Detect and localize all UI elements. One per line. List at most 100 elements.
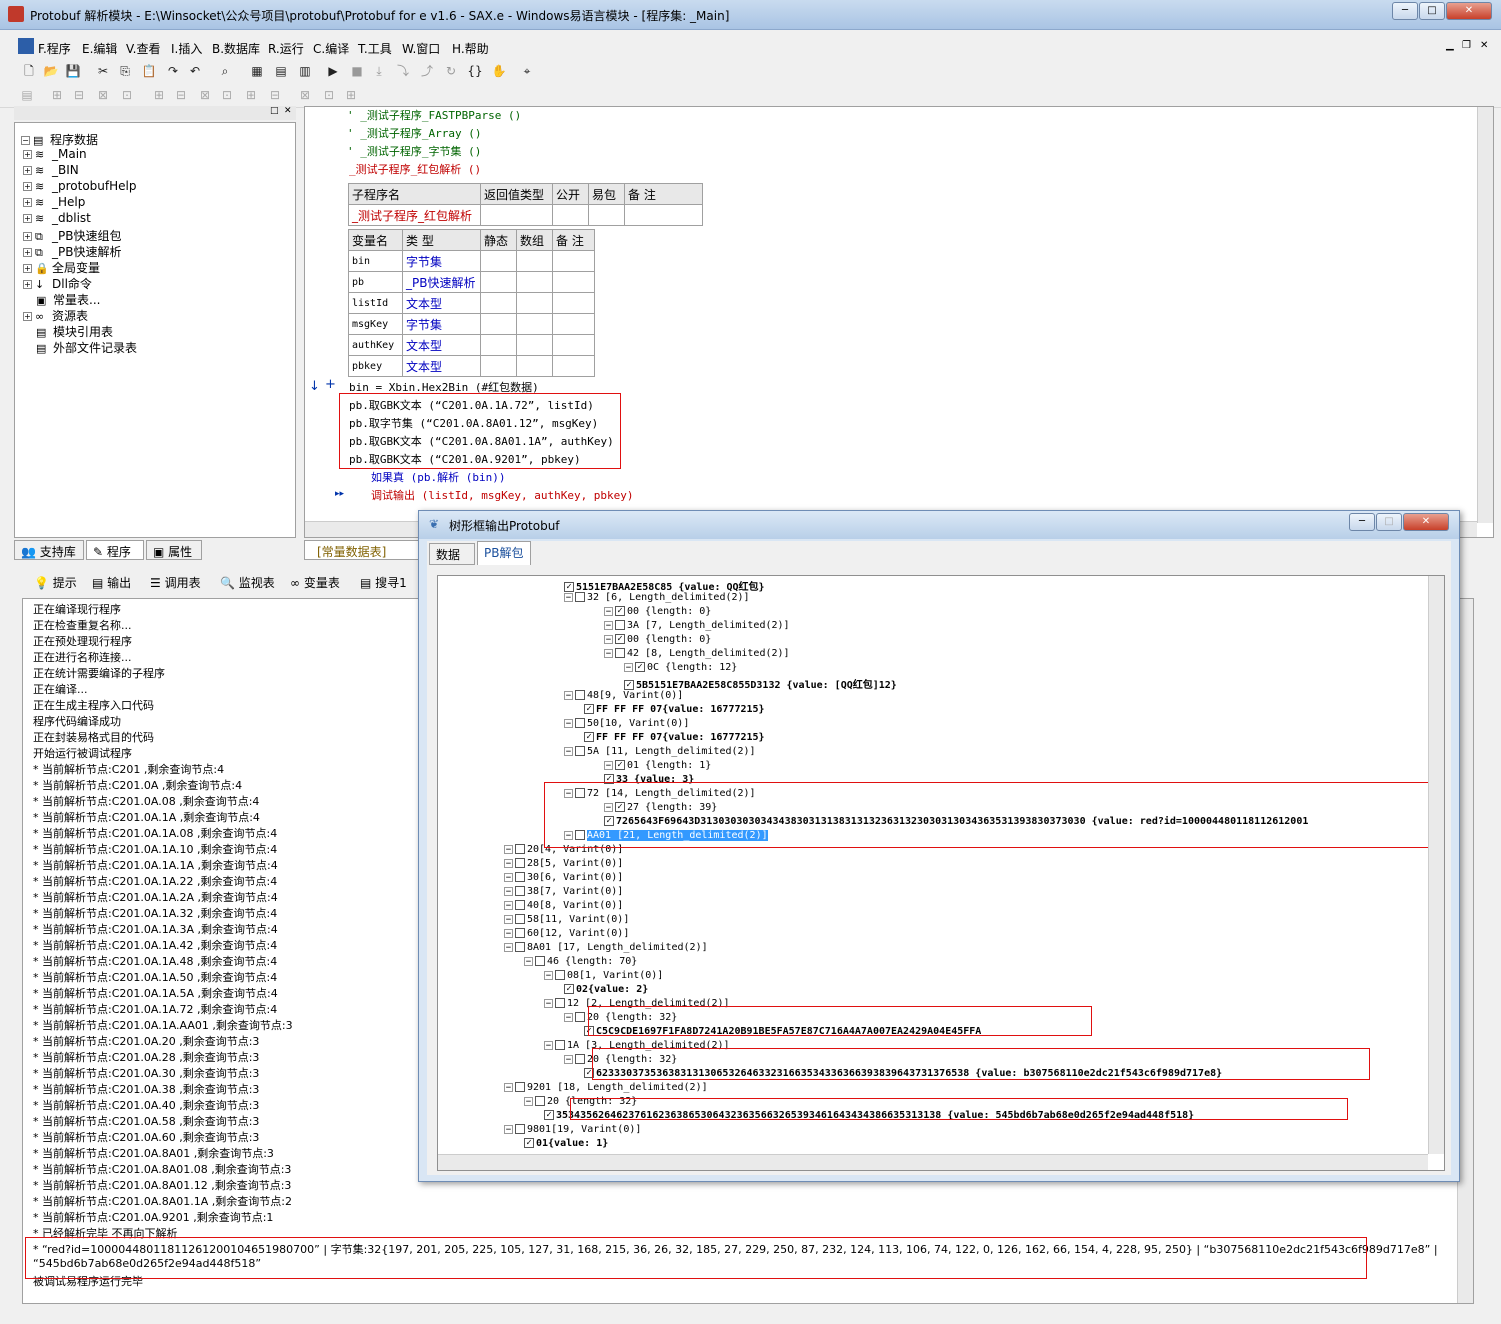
node-checkbox[interactable]: ✓ xyxy=(564,582,574,592)
layout3-icon[interactable]: ▥ xyxy=(296,62,314,80)
node-checkbox[interactable]: ✓ xyxy=(564,984,574,994)
tab-search[interactable]: ▤ 搜寻1 xyxy=(360,574,407,591)
expand-icon[interactable]: − xyxy=(564,746,573,756)
run-icon[interactable]: ▶ xyxy=(324,62,342,80)
step-icon[interactable]: ⤓ xyxy=(370,62,388,80)
var-name[interactable]: msgKey xyxy=(348,313,403,335)
menu-compile[interactable]: C.编译 xyxy=(313,40,349,57)
pb-tree-node[interactable]: − ✓ 0C {length: 12} xyxy=(624,662,737,676)
pb-tree-node[interactable]: − 3A [7, Length_delimited(2)] xyxy=(604,620,790,634)
var-type[interactable]: 文本型 xyxy=(402,292,481,314)
tree-item[interactable]: + ∞ 资源表 xyxy=(23,307,88,323)
node-checkbox[interactable] xyxy=(555,970,565,980)
align-right-icon[interactable]: ⊟ xyxy=(70,86,88,104)
menu-edit[interactable]: E.编辑 xyxy=(82,40,117,57)
dialog-minimize-button[interactable]: ─ xyxy=(1349,513,1375,531)
pb-tree-node[interactable]: ✓ FF FF FF 07{value: 16777215} xyxy=(584,704,765,718)
node-checkbox[interactable] xyxy=(575,690,585,700)
pb-tree-node[interactable]: − 40[8, Varint(0)] xyxy=(504,900,623,914)
pb-tree[interactable]: ✓ 5151E7BAA2E58C85 {value: QQ红包} −32 [6, L… xyxy=(437,575,1445,1171)
pb-tree-node[interactable]: − ✓ 00 {length: 0} xyxy=(604,606,711,620)
tree-item[interactable]: + ≋ _Main xyxy=(23,147,87,163)
pb-tree-node[interactable]: − 60[12, Varint(0)] xyxy=(504,928,629,942)
var-type[interactable]: 文本型 xyxy=(402,334,481,356)
var-type[interactable]: 文本型 xyxy=(402,355,481,377)
expand-icon[interactable]: − xyxy=(564,718,573,728)
tab-hint[interactable]: 💡 提示 xyxy=(34,574,77,591)
step-into-icon[interactable]: ⤵ xyxy=(394,62,412,80)
expand-icon[interactable]: − xyxy=(604,648,613,658)
menu-view[interactable]: V.查看 xyxy=(126,40,160,57)
pb-tree-node[interactable]: − 9201 [18, Length_delimited(2)] xyxy=(504,1082,708,1096)
var-name[interactable]: bin xyxy=(348,250,403,272)
expand-icon[interactable]: − xyxy=(604,620,613,630)
var-type[interactable]: 字节集 xyxy=(402,313,481,335)
tab-watch[interactable]: 🔍 监视表 xyxy=(220,574,275,591)
code-vscroll[interactable] xyxy=(1477,107,1493,523)
panel-pin-icon[interactable]: □ xyxy=(270,106,279,116)
pb-tree-node[interactable]: − 5A [11, Length_delimited(2)] xyxy=(564,746,756,760)
redo-icon[interactable]: ↷ xyxy=(164,62,182,80)
node-checkbox[interactable]: ✓ xyxy=(544,1110,554,1120)
paste-icon[interactable]: 📋 xyxy=(140,62,158,80)
tab-pb-unpack[interactable]: PB解包 xyxy=(477,541,531,565)
tree-item[interactable]: ▣ 常量表... xyxy=(36,291,100,307)
pb-tree-node[interactable]: − 08[1, Varint(0)] xyxy=(544,970,663,984)
menu-run[interactable]: R.运行 xyxy=(268,40,304,57)
order-back-icon[interactable]: ⊞ xyxy=(342,86,360,104)
tab-callstack[interactable]: ☰ 调用表 xyxy=(150,574,201,591)
node-checkbox[interactable] xyxy=(515,844,525,854)
pb-tree-node[interactable]: − 50[10, Varint(0)] xyxy=(564,718,689,732)
expand-icon[interactable]: − xyxy=(544,998,553,1008)
mdi-restore-icon[interactable]: ❐ xyxy=(1462,40,1471,51)
pb-tree-node[interactable]: ✓ 5B5151E7BAA2E58C855D3132 {value: [QQ红包]… xyxy=(624,676,897,691)
expand-icon[interactable]: − xyxy=(564,690,573,700)
pb-tree-node[interactable]: ✓ 5151E7BAA2E58C85 {value: QQ红包} xyxy=(564,578,765,593)
pb-tree-node[interactable]: − ✓ 00 {length: 0} xyxy=(604,634,711,648)
center-h-icon[interactable]: ⊟ xyxy=(266,86,284,104)
expand-icon[interactable]: − xyxy=(604,606,613,616)
pb-tree-hscroll[interactable] xyxy=(438,1154,1428,1170)
node-checkbox[interactable] xyxy=(515,886,525,896)
var-type[interactable]: _PB快速解析 xyxy=(402,271,481,293)
node-checkbox[interactable]: ✓ xyxy=(615,634,625,644)
expand-icon[interactable]: − xyxy=(504,1082,513,1092)
expand-icon[interactable]: − xyxy=(504,914,513,924)
pb-tree-node[interactable]: − 42 [8, Length_delimited(2)] xyxy=(604,648,790,662)
tree-item[interactable]: + ↓ Dll命令 xyxy=(23,275,92,291)
minimize-button[interactable]: ─ xyxy=(1392,2,1418,20)
expand-icon[interactable]: − xyxy=(504,858,513,868)
space-h-icon[interactable]: ⊞ xyxy=(150,86,168,104)
node-checkbox[interactable] xyxy=(515,928,525,938)
expand-icon[interactable]: − xyxy=(504,900,513,910)
node-checkbox[interactable] xyxy=(575,746,585,756)
node-checkbox[interactable] xyxy=(575,592,585,602)
find-icon[interactable]: ⌕ xyxy=(216,62,234,80)
var-type[interactable]: 字节集 xyxy=(402,250,481,272)
cut-icon[interactable]: ✂ xyxy=(94,62,112,80)
expand-icon[interactable]: − xyxy=(504,872,513,882)
expand-icon[interactable]: − xyxy=(504,844,513,854)
tab-const-data[interactable]: [常量数据表] xyxy=(304,540,422,560)
pb-tree-node[interactable]: − ✓ 01 {length: 1} xyxy=(604,760,711,774)
center-v-icon[interactable]: ⊠ xyxy=(296,86,314,104)
tree-root[interactable]: − ▤ 程序数据 xyxy=(21,131,98,147)
expand-icon[interactable]: − xyxy=(544,1040,553,1050)
expand-icon[interactable]: − xyxy=(504,942,513,952)
binoculars-icon[interactable]: ⌖ xyxy=(518,62,536,80)
sub-name-cell[interactable]: _测试子程序_红包解析 xyxy=(348,204,481,226)
node-checkbox[interactable] xyxy=(575,1012,585,1022)
size-h-icon[interactable]: ⊡ xyxy=(218,86,236,104)
pb-tree-node[interactable]: − 48[9, Varint(0)] xyxy=(564,690,683,704)
expand-icon[interactable]: − xyxy=(504,928,513,938)
expand-icon[interactable]: − xyxy=(564,1012,573,1022)
copy-icon[interactable]: ⎘ xyxy=(116,62,134,80)
undo-icon[interactable]: ↶ xyxy=(186,62,204,80)
pb-tree-node[interactable]: ✓ FF FF FF 07{value: 16777215} xyxy=(584,732,765,746)
align-center-icon[interactable]: ⊞ xyxy=(48,86,66,104)
panel-close-icon[interactable]: ✕ xyxy=(284,106,292,116)
expand-icon[interactable]: − xyxy=(604,760,613,770)
tree-item[interactable]: ▤ 模块引用表 xyxy=(36,323,113,339)
pb-tree-node[interactable]: − 8A01 [17, Length_delimited(2)] xyxy=(504,942,708,956)
node-checkbox[interactable] xyxy=(535,956,545,966)
